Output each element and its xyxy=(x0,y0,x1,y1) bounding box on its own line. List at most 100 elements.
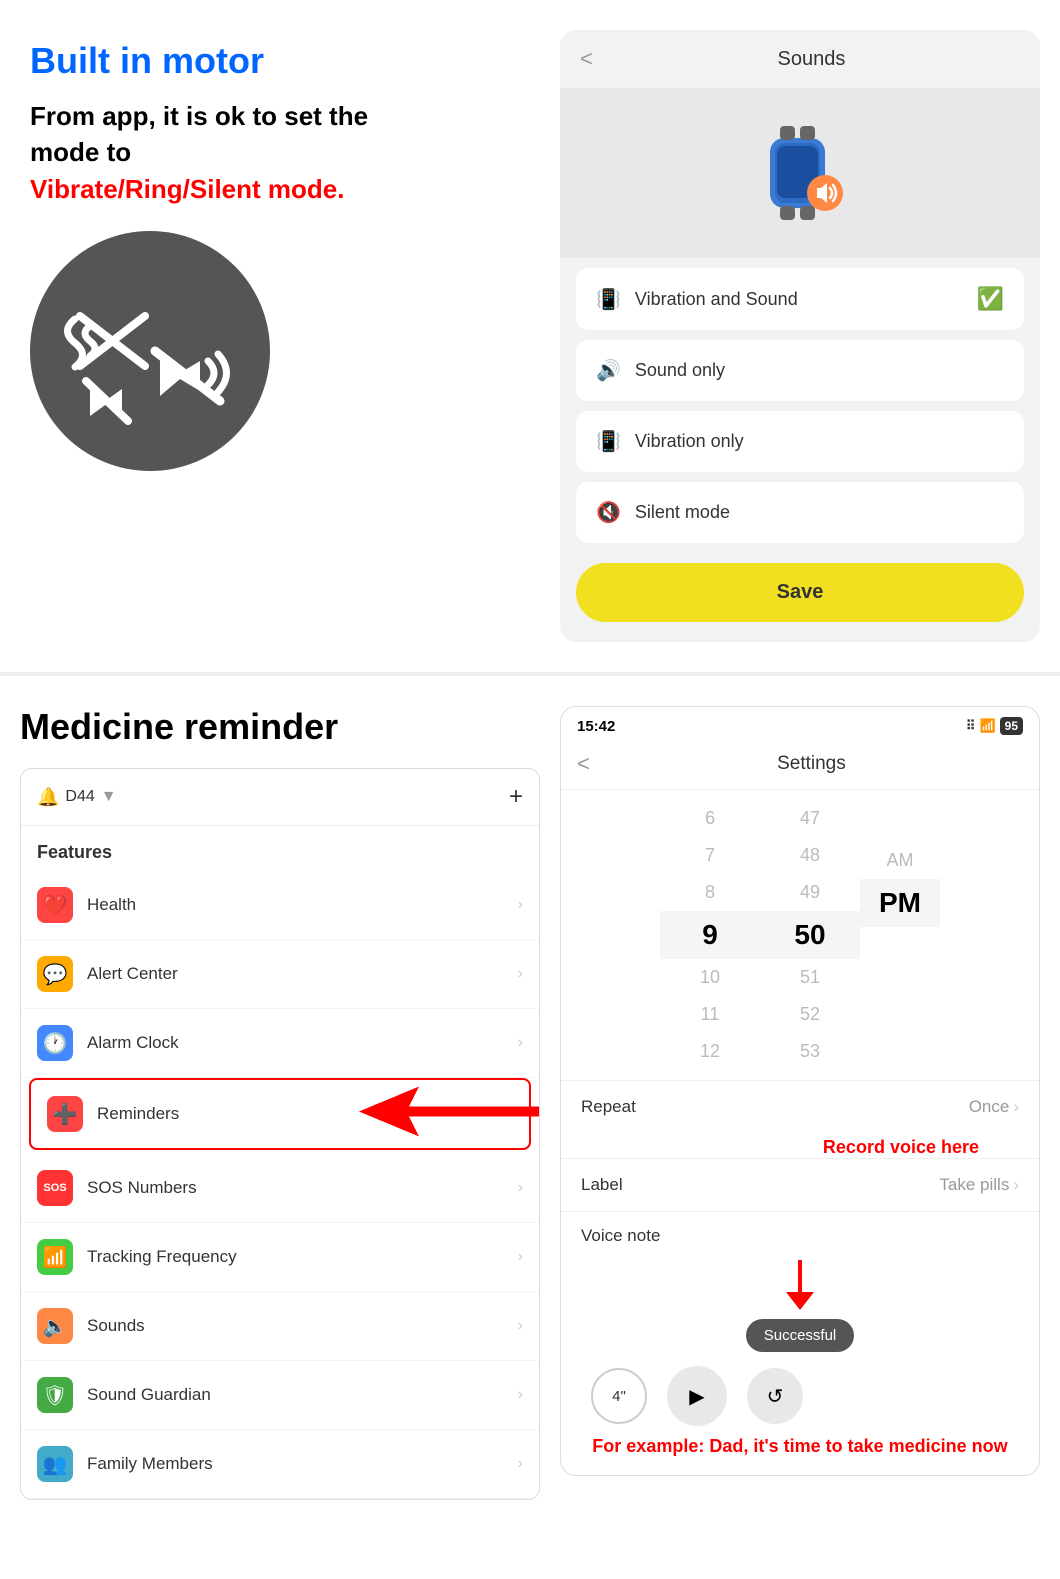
vibration-only-icon: 📳 xyxy=(596,429,621,454)
sos-icon: SOS xyxy=(37,1170,73,1206)
example-annotation: For example: Dad, it's time to take medi… xyxy=(581,1426,1019,1461)
medicine-title: Medicine reminder xyxy=(20,706,540,748)
settings-title: Settings xyxy=(600,753,1023,775)
red-arrow-down-svg xyxy=(780,1260,820,1310)
hour-12: 12 xyxy=(660,1033,760,1070)
play-button[interactable]: ▶ xyxy=(667,1366,727,1426)
tracking-label: Tracking Frequency xyxy=(87,1247,504,1267)
family-label: Family Members xyxy=(87,1454,504,1474)
health-chevron: › xyxy=(518,896,523,914)
pm-option-selected: PM xyxy=(860,879,940,927)
time-picker[interactable]: 6 7 8 9 10 11 12 47 48 49 50 51 52 53 xyxy=(561,790,1039,1080)
guardian-icon: 🛡 xyxy=(37,1377,73,1413)
repeat-value-text: Once xyxy=(969,1097,1010,1117)
phone-screen: 15:42 ⠿ 📶 95 < Settings 6 7 8 9 xyxy=(560,706,1040,1476)
hour-10: 10 xyxy=(660,959,760,996)
label-value-text: Take pills xyxy=(939,1175,1009,1195)
min-53: 53 xyxy=(760,1033,860,1070)
option-sound-only[interactable]: 🔊 Sound only xyxy=(576,340,1024,401)
min-48: 48 xyxy=(760,837,860,874)
alarm-icon: 🕐 xyxy=(37,1025,73,1061)
alarm-chevron: › xyxy=(518,1034,523,1052)
min-47: 47 xyxy=(760,800,860,837)
min-50-selected: 50 xyxy=(760,911,860,959)
voice-note-section: Voice note Successful 4" ▶ ↺ For example… xyxy=(561,1211,1039,1475)
minute-column[interactable]: 47 48 49 50 51 52 53 xyxy=(760,800,860,1070)
vibration-sound-icon: 📳 xyxy=(596,287,621,312)
min-52: 52 xyxy=(760,996,860,1033)
app-top-bar: 🔔 D44 ▼ + xyxy=(21,769,539,826)
alert-icon: 💬 xyxy=(37,956,73,992)
vibrate-icon-svg xyxy=(60,261,240,441)
highlight-text: Vibrate/Ring/Silent mode. xyxy=(30,174,344,204)
repeat-row[interactable]: Repeat Once › xyxy=(561,1080,1039,1133)
menu-item-family[interactable]: 👥 Family Members › xyxy=(21,1430,539,1499)
right-panel-bottom: 15:42 ⠿ 📶 95 < Settings 6 7 8 9 xyxy=(560,706,1040,1476)
status-time: 15:42 xyxy=(577,718,615,735)
sounds-icon: 🔈 xyxy=(37,1308,73,1344)
family-icon: 👥 xyxy=(37,1446,73,1482)
sounds-back-button[interactable]: < xyxy=(580,46,593,72)
left-panel-top: Built in motor From app, it is ok to set… xyxy=(20,30,540,481)
option-silent-mode[interactable]: 🔇 Silent mode xyxy=(576,482,1024,543)
vibrate-icon-circle xyxy=(30,231,270,471)
guardian-label: Sound Guardian xyxy=(87,1385,504,1405)
reminder-icon: ➕ xyxy=(47,1096,83,1132)
menu-item-health[interactable]: ❤️ Health › xyxy=(21,871,539,940)
wifi-icon: 📶 xyxy=(979,718,995,734)
menu-item-sos[interactable]: SOS SOS Numbers › xyxy=(21,1154,539,1223)
menu-item-sounds[interactable]: 🔈 Sounds › xyxy=(21,1292,539,1361)
app-screen: 🔔 D44 ▼ + Features ❤️ Health › 💬 Alert C… xyxy=(20,768,540,1500)
tracking-chevron: › xyxy=(518,1248,523,1266)
settings-header: < Settings xyxy=(561,741,1039,790)
repeat-label: Repeat xyxy=(581,1097,636,1117)
hour-11: 11 xyxy=(660,996,760,1033)
record-voice-annotation: Record voice here xyxy=(823,1137,979,1157)
ampm-column[interactable]: AM PM xyxy=(860,800,940,1070)
menu-item-alert[interactable]: 💬 Alert Center › xyxy=(21,940,539,1009)
replay-button[interactable]: ↺ xyxy=(747,1368,803,1424)
hour-column[interactable]: 6 7 8 9 10 11 12 xyxy=(660,800,760,1070)
check-icon: ✅ xyxy=(977,286,1004,312)
sounds-chevron: › xyxy=(518,1317,523,1335)
hour-7: 7 xyxy=(660,837,760,874)
sounds-title: Sounds xyxy=(603,48,1020,71)
guardian-chevron: › xyxy=(518,1386,523,1404)
menu-item-guardian[interactable]: 🛡 Sound Guardian › xyxy=(21,1361,539,1430)
sounds-header: < Sounds xyxy=(560,30,1040,88)
device-icon: 🔔 xyxy=(37,787,59,808)
label-row-label: Label xyxy=(581,1175,623,1195)
watch-icon-container xyxy=(560,88,1040,258)
health-label: Health xyxy=(87,895,504,915)
option-vibration-sound[interactable]: 📳 Vibration and Sound ✅ xyxy=(576,268,1024,330)
left-panel-bottom: Medicine reminder 🔔 D44 ▼ + Features ❤️ … xyxy=(20,706,540,1500)
voice-controls: 4" ▶ ↺ xyxy=(581,1366,1019,1426)
sounds-label: Sounds xyxy=(87,1316,504,1336)
label-row[interactable]: Label Take pills › xyxy=(561,1158,1039,1211)
device-name: 🔔 D44 ▼ xyxy=(37,787,117,808)
silent-mode-label: Silent mode xyxy=(635,502,730,523)
vibration-sound-label: Vibration and Sound xyxy=(635,289,798,310)
settings-back-button[interactable]: < xyxy=(577,751,590,777)
phone-status-bar: 15:42 ⠿ 📶 95 xyxy=(561,707,1039,741)
red-arrow-indicator xyxy=(359,1082,540,1147)
successful-badge: Successful xyxy=(746,1319,855,1352)
features-heading: Features xyxy=(21,826,539,871)
sos-label: SOS Numbers xyxy=(87,1178,504,1198)
add-button[interactable]: + xyxy=(509,783,523,811)
menu-item-alarm[interactable]: 🕐 Alarm Clock › xyxy=(21,1009,539,1078)
description-text: From app, it is ok to set the mode to Vi… xyxy=(30,98,530,207)
built-in-title: Built in motor xyxy=(30,40,530,82)
device-name-label: D44 xyxy=(65,788,94,806)
family-chevron: › xyxy=(518,1455,523,1473)
option-vibration-only[interactable]: 📳 Vibration only xyxy=(576,411,1024,472)
signal-icon: ⠿ xyxy=(966,718,976,734)
menu-item-tracking[interactable]: 📶 Tracking Frequency › xyxy=(21,1223,539,1292)
save-button[interactable]: Save xyxy=(576,563,1024,622)
sound-only-label: Sound only xyxy=(635,360,725,381)
duration-badge: 4" xyxy=(591,1368,647,1424)
hour-9-selected: 9 xyxy=(660,911,760,959)
watch-sound-icon xyxy=(745,118,855,228)
bottom-section: Medicine reminder 🔔 D44 ▼ + Features ❤️ … xyxy=(0,686,1060,1530)
tracking-icon: 📶 xyxy=(37,1239,73,1275)
